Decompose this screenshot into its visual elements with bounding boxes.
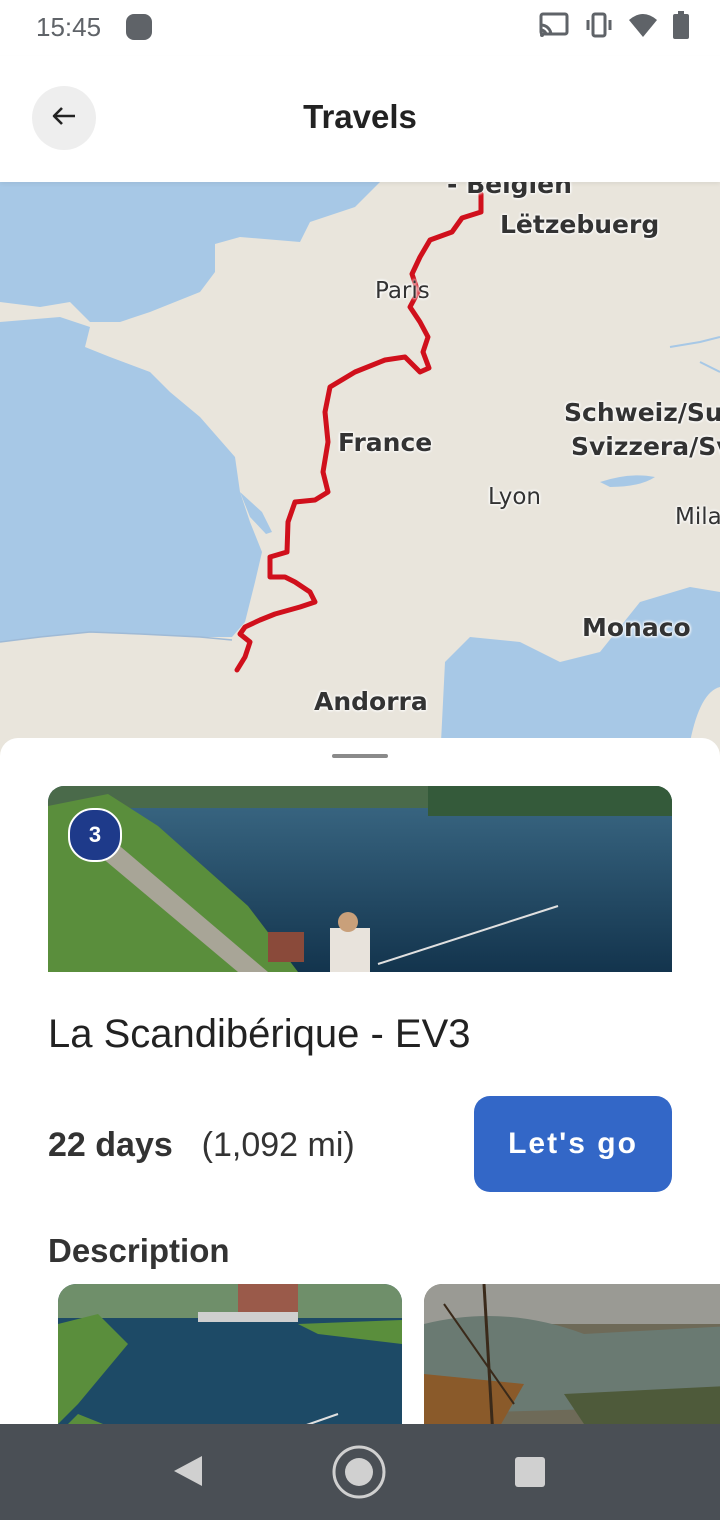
lake-water [600,475,655,487]
sheet-drag-handle[interactable] [332,754,388,758]
map-label-france: France [338,428,433,457]
route-hero-image [48,786,672,972]
map-label-luxembourg: Lëtzebuerg [500,210,660,239]
description-heading: Description [48,1232,230,1269]
status-time: 15:45 [36,12,102,42]
vibrate-icon [584,11,614,44]
route-distance: (1,092 mi) [201,1126,355,1164]
nav-back-icon[interactable] [172,1454,204,1493]
route-days: 22 days [48,1126,173,1164]
app-bar: Travels [0,56,720,182]
map-label-milan: Mila [675,504,720,530]
status-icons [538,10,690,45]
system-nav-bar [0,1424,720,1520]
map-label-monaco: Monaco [582,613,691,642]
eurovelo-badge: 3 [68,808,122,862]
river [669,336,720,348]
river [699,361,720,373]
map-label-belgien: - Belgien [447,182,572,199]
nav-home-icon[interactable] [331,1444,387,1505]
description-photo[interactable] [58,1284,402,1438]
channel-water [0,182,380,322]
map-view[interactable]: - Belgien Lëtzebuerg Paris Schweiz/Sui S… [0,182,720,762]
description-photo[interactable] [424,1284,720,1438]
notification-icon [126,14,152,40]
battery-icon [672,10,690,45]
map-label-switzerland-1: Schweiz/Sui [564,398,720,427]
map-label-lyon: Lyon [488,484,541,510]
map-label-paris: Paris [375,278,430,304]
lets-go-button[interactable]: Let's go [474,1096,672,1192]
map-label-switzerland-2: Svizzera/Sv [571,432,720,461]
atlantic-water [0,317,262,642]
page-title: Travels [303,98,417,135]
cast-icon [538,11,570,44]
wifi-icon [628,11,658,44]
route-bottom-sheet: 3 La Scandibérique - EV3 22 days (1,092 … [0,738,720,1438]
route-title: La Scandibérique - EV3 [48,1012,471,1056]
nav-recents-icon[interactable] [514,1456,546,1493]
route-duration: 22 days (1,092 mi) [48,1126,355,1165]
status-bar: 15:45 [0,0,720,56]
map-canvas [0,182,720,762]
map-label-andorra: Andorra [314,687,428,716]
